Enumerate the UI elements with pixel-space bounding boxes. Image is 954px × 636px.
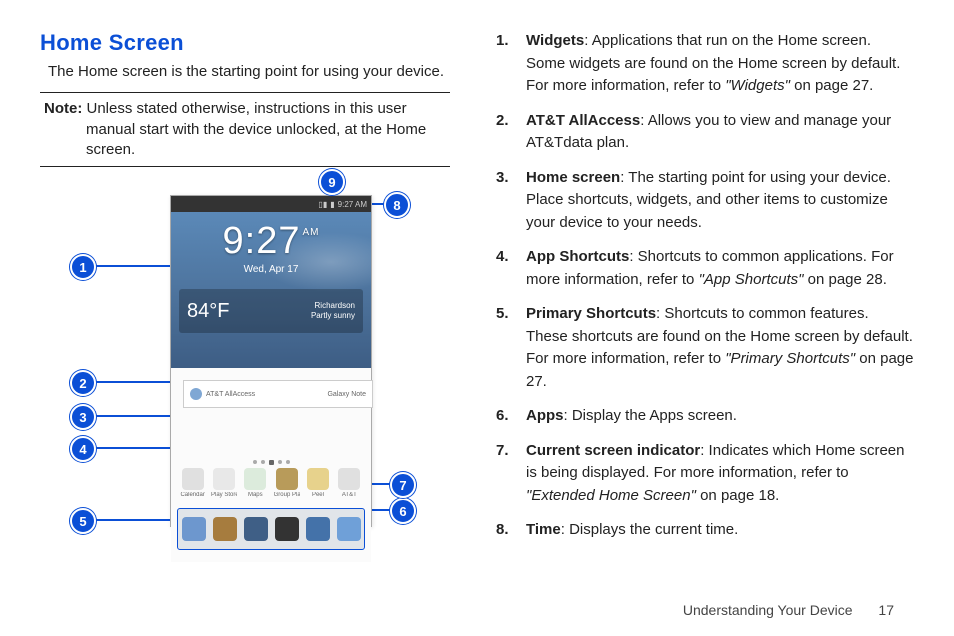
intro-text: The Home screen is the starting point fo… (48, 62, 450, 82)
app-icon (338, 468, 360, 490)
status-time: 9:27 AM (338, 200, 367, 209)
callout-9: 9 (319, 169, 345, 195)
signal-icon: ▯▮ (318, 200, 327, 209)
leader-5 (82, 519, 178, 521)
app-shortcut: Play Store (211, 468, 237, 498)
legend-item: App Shortcuts: Shortcuts to common appli… (496, 246, 914, 291)
callout-1: 1 (70, 254, 96, 280)
app-label: Play Store (211, 492, 237, 498)
legend-ref: "Primary Shortcuts" (725, 350, 855, 367)
app-icon (276, 468, 298, 490)
legend-term: Primary Shortcuts (526, 305, 656, 322)
app-label: AT&T (336, 492, 362, 498)
tray-icon (182, 517, 206, 541)
leader-4 (82, 447, 180, 449)
legend-term: Widgets (526, 32, 584, 49)
battery-icon: ▮ (330, 200, 334, 209)
app-icon (244, 468, 266, 490)
app-shortcut: Maps (242, 468, 268, 498)
device-mock: ▯▮ ▮ 9:27 AM 9:27AM Wed, Apr 17 84°F Ric… (170, 195, 372, 527)
home-panel: AT&T AllAccess Galaxy Note (171, 368, 371, 456)
legend-item: Home screen: The starting point for usin… (496, 167, 914, 235)
page-footer: Understanding Your Device 17 (683, 602, 894, 618)
callout-8: 8 (384, 192, 410, 218)
weather-city: Richardson (315, 301, 355, 310)
legend-ref: "Extended Home Screen" (526, 487, 696, 504)
legend-term: Apps (526, 407, 564, 424)
legend-ref: "Widgets" (725, 77, 790, 94)
tray-icon (213, 517, 237, 541)
note-block: Note: Unless stated otherwise, instructi… (40, 99, 450, 160)
footer-page: 17 (878, 602, 894, 618)
home-screen-figure: ▯▮ ▮ 9:27 AM 9:27AM Wed, Apr 17 84°F Ric… (70, 185, 450, 565)
allaccess-label: AT&T AllAccess (206, 391, 255, 398)
clock-date: Wed, Apr 17 (171, 264, 371, 275)
legend-after: on page 27. (790, 77, 873, 94)
status-bar: ▯▮ ▮ 9:27 AM (171, 196, 371, 212)
clock-ampm: AM (302, 228, 319, 238)
leader-2 (82, 381, 184, 383)
weather-widget: 84°F Richardson Partly sunny (179, 289, 363, 333)
app-icon (307, 468, 329, 490)
legend-item: Primary Shortcuts: Shortcuts to common f… (496, 303, 914, 393)
tray-icon (337, 517, 361, 541)
note-label: Note: (44, 100, 82, 117)
legend-after: on page 18. (696, 487, 779, 504)
legend-list: Widgets: Applications that run on the Ho… (490, 30, 914, 542)
legend-term: AT&T AllAccess (526, 112, 640, 129)
tray-icon (306, 517, 330, 541)
legend-item: Time: Displays the current time. (496, 519, 914, 542)
legend-term: Current screen indicator (526, 442, 700, 459)
wallpaper: 9:27AM Wed, Apr 17 84°F Richardson Partl… (171, 212, 371, 368)
allaccess-widget: AT&T AllAccess Galaxy Note (183, 380, 373, 408)
globe-icon (190, 388, 202, 400)
app-label: Calendar (180, 492, 206, 498)
app-label: Peel (305, 492, 331, 498)
legend-ref: "App Shortcuts" (699, 271, 804, 288)
callout-7: 7 (390, 472, 416, 498)
tray-icon (244, 517, 268, 541)
callout-3: 3 (70, 404, 96, 430)
legend-after: on page 28. (803, 271, 886, 288)
divider (40, 92, 450, 93)
callout-5: 5 (70, 508, 96, 534)
clock-widget: 9:27AM (171, 212, 371, 260)
legend-item: Widgets: Applications that run on the Ho… (496, 30, 914, 98)
app-shortcut: Peel (305, 468, 331, 498)
tray-icon (275, 517, 299, 541)
note-text: Unless stated otherwise, instructions in… (86, 100, 426, 158)
callout-4: 4 (70, 436, 96, 462)
legend-text: : Display the Apps screen. (564, 407, 737, 424)
app-icon (182, 468, 204, 490)
app-shortcut: AT&T (336, 468, 362, 498)
primary-shortcut-tray (177, 508, 365, 550)
weather-cond: Partly sunny (311, 311, 355, 320)
callout-6: 6 (390, 498, 416, 524)
app-shortcut: Group Play (274, 468, 300, 498)
footer-section: Understanding Your Device (683, 602, 853, 618)
legend-text: : Displays the current time. (561, 521, 739, 538)
page-indicator (171, 456, 371, 468)
legend-term: App Shortcuts (526, 248, 629, 265)
app-label: Maps (242, 492, 268, 498)
legend-term: Time (526, 521, 561, 538)
weather-temp: 84°F (187, 300, 229, 323)
legend-item: Apps: Display the Apps screen. (496, 405, 914, 428)
legend-item: Current screen indicator: Indicates whic… (496, 440, 914, 508)
app-label: Group Play (274, 492, 300, 498)
app-icon (213, 468, 235, 490)
callout-2: 2 (70, 370, 96, 396)
section-title: Home Screen (40, 30, 450, 56)
divider (40, 166, 450, 167)
app-shortcut-row: Calendar Play Store Maps Group Play Peel AT&T (171, 468, 371, 506)
clock-time: 9:27 (223, 220, 301, 262)
legend-item: AT&T AllAccess: Allows you to view and m… (496, 110, 914, 155)
app-shortcut: Calendar (180, 468, 206, 498)
legend-term: Home screen (526, 169, 620, 186)
allaccess-device: Galaxy Note (327, 391, 366, 398)
